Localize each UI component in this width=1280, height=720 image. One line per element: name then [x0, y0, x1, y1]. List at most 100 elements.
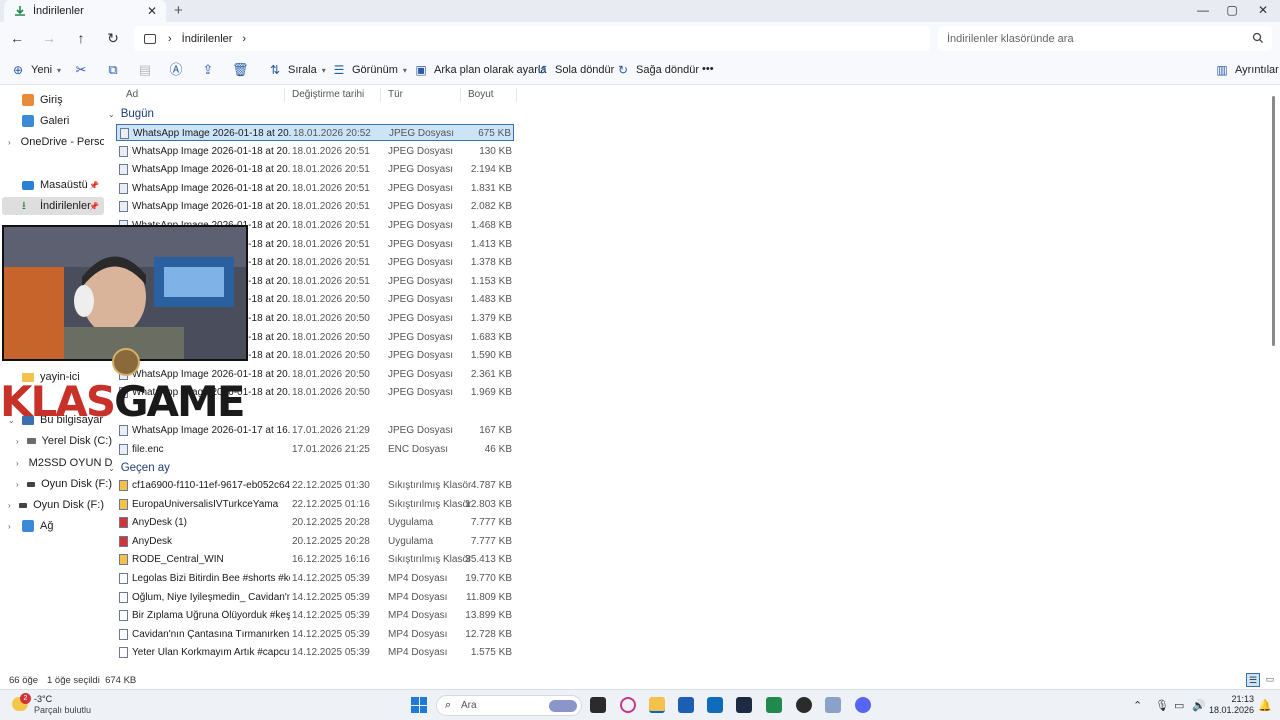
breadcrumb-separator[interactable]: › — [242, 33, 246, 45]
start-button[interactable] — [411, 697, 427, 713]
file-size: 35.413 KB — [465, 554, 512, 566]
file-row[interactable]: WhatsApp Image 2026-01-18 at 20.50.25 (.… — [116, 124, 514, 141]
file-name: WhatsApp Image 2026-01-17 at 16.38.39 — [132, 425, 290, 436]
file-row[interactable]: RODE_Central_WIN 16.12.2025 16:16 Sıkıştır… — [116, 551, 514, 568]
maximize-button[interactable]: ▢ — [1217, 3, 1247, 17]
copy-icon[interactable]: ⧉ — [105, 62, 121, 78]
cut-icon[interactable]: ✂ — [73, 62, 89, 78]
group-header-today[interactable]: ⌄ Bugün — [108, 108, 154, 120]
refresh-button[interactable]: ↻ — [104, 30, 122, 47]
chevron-right-icon[interactable]: › — [8, 138, 11, 147]
chevron-right-icon[interactable]: › — [16, 480, 23, 489]
sidebar-item-label: Galeri — [40, 115, 70, 127]
rotate-right-button[interactable]: ↻ Sağa döndür — [616, 63, 699, 77]
file-date: 18.01.2026 20:51 — [292, 220, 370, 231]
obs-app-icon[interactable] — [796, 697, 812, 713]
column-header-size[interactable]: Boyut — [468, 89, 494, 100]
tray-overflow-icon[interactable]: ⌃ — [1133, 699, 1142, 712]
sidebar-item-disk-f-2[interactable]: › Oyun Disk (F:) — [2, 496, 104, 514]
forward-button[interactable]: → — [40, 30, 58, 46]
sidebar-item-downloads[interactable]: ⭳ İndirilenler 📌 — [2, 197, 104, 215]
store-app-icon[interactable] — [678, 697, 694, 713]
file-explorer-app-icon[interactable] — [649, 697, 665, 713]
share-icon[interactable]: ⇪ — [200, 62, 216, 78]
sidebar-item-onedrive[interactable]: › OneDrive - Persona — [2, 133, 104, 151]
discord-app-icon[interactable] — [855, 697, 871, 713]
clock-date[interactable]: 18.01.2026 — [1208, 705, 1254, 715]
photoshop-app-icon[interactable] — [736, 697, 752, 713]
chevron-right-icon[interactable]: › — [8, 501, 15, 510]
file-row[interactable]: WhatsApp Image 2026-01-18 at 20.50.2518.… — [116, 180, 514, 197]
sidebar-item-disk-c[interactable]: › Yerel Disk (C:) — [10, 432, 112, 450]
search-input[interactable]: İndirilenler klasöründe ara — [938, 26, 1272, 51]
file-row[interactable]: file.enc 17.01.2026 21:25 ENC Dosyası 46 KB — [116, 441, 514, 458]
breadcrumb-downloads[interactable]: İndirilenler — [182, 33, 233, 45]
new-button[interactable]: ⊕ Yeni ▾ — [11, 63, 61, 77]
rename-icon[interactable]: Ⓐ — [168, 62, 184, 78]
chevron-right-icon[interactable]: › — [8, 522, 18, 531]
sidebar-item-disk-f[interactable]: › Oyun Disk (F:) — [10, 475, 112, 493]
group-header-last-month[interactable]: ⌄ Geçen ay — [108, 462, 170, 474]
file-row[interactable]: Cavidan'nın Çantasına Tırmanırken Başı..… — [116, 626, 514, 643]
terminal-app-icon[interactable] — [590, 697, 606, 713]
file-row[interactable]: AnyDesk (1) 20.12.2025 20:28 Uygulama 7.777… — [116, 514, 514, 531]
column-header-name[interactable]: Ad — [126, 89, 138, 100]
file-type: MP4 Dosyası — [388, 610, 448, 622]
volume-icon[interactable]: 🔊 — [1192, 699, 1206, 712]
file-type: Sıkıştırılmış Klasör — [388, 480, 472, 491]
disk-icon — [27, 438, 36, 444]
close-tab-icon[interactable]: ✕ — [147, 4, 157, 18]
file-row[interactable]: WhatsApp Image 2026-01-18 at 20.50.25 (.… — [116, 161, 514, 178]
file-row[interactable]: Legolas Bizi Bitirdin Bee #shorts #keşfe… — [116, 570, 514, 587]
details-button[interactable]: ▥ Ayrıntılar — [1215, 63, 1278, 77]
chevron-right-icon[interactable]: › — [16, 437, 23, 446]
chevron-right-icon[interactable]: › — [16, 459, 19, 468]
opera-app-icon[interactable] — [620, 697, 636, 713]
file-row[interactable]: Oğlum, Niye İyileşmedin_ Cavidan'nın Ç..… — [116, 589, 514, 606]
sidebar-item-gallery[interactable]: Galeri — [2, 112, 104, 130]
path-box[interactable]: › İndirilenler › — [134, 26, 930, 51]
sidebar-item-network[interactable]: › Ağ — [2, 517, 104, 535]
tiles-view-icon[interactable]: ▭ — [1264, 673, 1276, 687]
rotate-left-button[interactable]: ↺ Sola döndür — [535, 63, 614, 77]
file-row[interactable]: Bir Zıplama Uğruna Ölüyorduk #keşfet ...… — [116, 607, 514, 624]
taskbar-search[interactable]: ⌕ Ara — [436, 695, 582, 716]
minimize-button[interactable]: — — [1188, 3, 1218, 17]
vertical-scrollbar[interactable] — [1272, 96, 1275, 346]
back-button[interactable]: ← — [8, 30, 26, 46]
delete-icon[interactable]: 🗑 — [232, 62, 249, 78]
outlook-app-icon[interactable] — [707, 697, 723, 713]
xbox-app-icon[interactable] — [766, 697, 782, 713]
close-window-button[interactable]: ✕ — [1248, 3, 1278, 17]
sidebar-item-desktop[interactable]: Masaüstü 📌 — [2, 176, 104, 194]
column-header-type[interactable]: Tür — [388, 89, 403, 100]
set-background-button[interactable]: ▣ Arka plan olarak ayarla — [414, 63, 546, 77]
settings-app-icon[interactable] — [825, 697, 841, 713]
file-row[interactable]: Yeter Ulan Korkmayım Artık #capcut #ga..… — [116, 644, 514, 661]
explorer-tab[interactable]: İndirilenler ✕ — [4, 0, 166, 22]
view-button[interactable]: ☰ Görünüm ▾ — [332, 63, 407, 77]
weather-widget[interactable]: 2 — [12, 693, 32, 715]
file-row[interactable]: AnyDesk 20.12.2025 20:28 Uygulama 7.777 KB — [116, 533, 514, 550]
clock-time[interactable]: 21:13 — [1212, 694, 1254, 704]
breadcrumb-separator[interactable]: › — [168, 33, 172, 45]
file-row[interactable]: cf1a6900-f110-11ef-9617-eb052c64893422.1… — [116, 477, 514, 494]
microphone-icon[interactable]: 🎙 — [1155, 699, 1169, 712]
file-row[interactable]: WhatsApp Image 2026-01-18 at 20.50.25 (.… — [116, 143, 514, 160]
sidebar-item-home[interactable]: Giriş — [2, 91, 104, 109]
network-icon[interactable]: ▭ — [1174, 699, 1184, 712]
up-button[interactable]: ↑ — [72, 30, 90, 46]
taskbar-search-label: Ara — [461, 700, 477, 711]
file-row[interactable]: EuropaUniversalisIVTurkceYama 22.12.2025 … — [116, 496, 514, 513]
file-type: JPEG Dosyası — [388, 331, 454, 343]
file-size: 7.777 KB — [470, 535, 512, 547]
notification-icon[interactable]: 🔔 — [1258, 699, 1272, 712]
sidebar-item-m2ssd[interactable]: › M2SSD OYUN DİS — [10, 454, 112, 472]
paste-icon[interactable]: ▤ — [137, 62, 153, 78]
column-header-date[interactable]: Değiştirme tarihi — [292, 89, 364, 100]
more-button[interactable]: ••• — [702, 63, 714, 75]
details-view-icon[interactable]: ☰ — [1246, 673, 1260, 687]
sort-button[interactable]: ⇅ Sırala ▾ — [268, 63, 326, 77]
file-row[interactable]: WhatsApp Image 2026-01-18 at 20.50.2218.… — [116, 198, 514, 215]
new-tab-button[interactable]: + — [174, 2, 183, 19]
